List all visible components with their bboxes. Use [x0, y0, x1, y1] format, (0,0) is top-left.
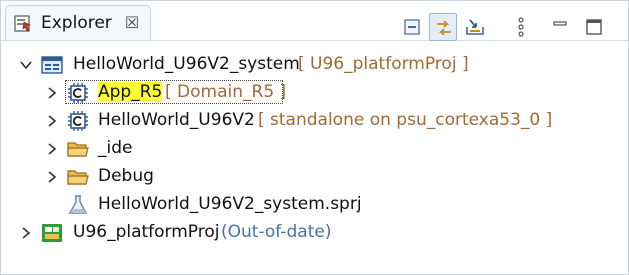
- tree-item-platform-project[interactable]: U96_platformProj (Out-of-date): [1, 219, 628, 247]
- tree-item-label: HelloWorld_U96V2_system.sprj: [98, 194, 362, 214]
- platform-project-icon: [41, 222, 63, 244]
- tree-item-debug-folder[interactable]: Debug: [1, 163, 628, 191]
- tree-item-decoration: (Out-of-date): [221, 222, 332, 242]
- tree-item-app-r5[interactable]: App_R5 [ Domain_R5 ]: [1, 79, 628, 107]
- explorer-view: Explorer ☒ HelloWorld_U96V2_system [U96…: [0, 0, 629, 275]
- tree-item-label: App_R5: [98, 82, 163, 102]
- flask-icon: [67, 194, 89, 216]
- tree-item-decoration: [ Domain_R5 ]: [165, 82, 287, 102]
- close-icon[interactable]: ☒: [124, 15, 140, 31]
- tree-item-system-project[interactable]: HelloWorld_U96V2_system [ U96_platformPr…: [1, 51, 628, 79]
- tree-item-decoration: [ U96_platformProj ]: [298, 54, 469, 74]
- tree-item-sprj-file[interactable]: HelloWorld_U96V2_system.sprj: [1, 191, 628, 219]
- tree-item-label: U96_platformProj: [73, 222, 220, 242]
- import-button[interactable]: [461, 13, 489, 41]
- tree-item-label: HelloWorld_U96V2_system: [73, 54, 300, 74]
- tab-explorer[interactable]: Explorer ☒: [5, 5, 151, 41]
- chevron-right-icon[interactable]: [19, 225, 33, 239]
- collapse-all-button[interactable]: [399, 13, 427, 41]
- chevron-right-icon[interactable]: [45, 113, 59, 127]
- tab-title: Explorer: [41, 13, 112, 33]
- view-tab-bar: Explorer ☒: [1, 1, 628, 41]
- tree-item-label: HelloWorld_U96V2: [98, 110, 255, 130]
- link-with-editor-button[interactable]: [429, 13, 457, 41]
- tree-item-label: Debug: [98, 166, 154, 186]
- folder-icon: [67, 138, 89, 160]
- chevron-right-icon[interactable]: [45, 141, 59, 155]
- tree-item-ide-folder[interactable]: _ide: [1, 135, 628, 163]
- tree-item-label: _ide: [98, 138, 133, 158]
- application-project-icon: [67, 110, 89, 132]
- tree-item-decoration: [ standalone on psu_cortexa53_0 ]: [258, 110, 553, 130]
- minimize-button[interactable]: [547, 13, 575, 41]
- explorer-view-icon: [14, 15, 34, 33]
- application-project-icon: [67, 82, 89, 104]
- maximize-button[interactable]: [581, 13, 609, 41]
- chevron-right-icon[interactable]: [45, 169, 59, 183]
- chevron-right-icon[interactable]: [45, 85, 59, 99]
- view-menu-button[interactable]: [509, 13, 537, 41]
- tree-item-helloworld-app[interactable]: HelloWorld_U96V2 [ standalone on psu_cor…: [1, 107, 628, 135]
- folder-icon: [67, 166, 89, 188]
- chevron-down-icon[interactable]: [19, 57, 33, 71]
- system-project-icon: [41, 54, 63, 76]
